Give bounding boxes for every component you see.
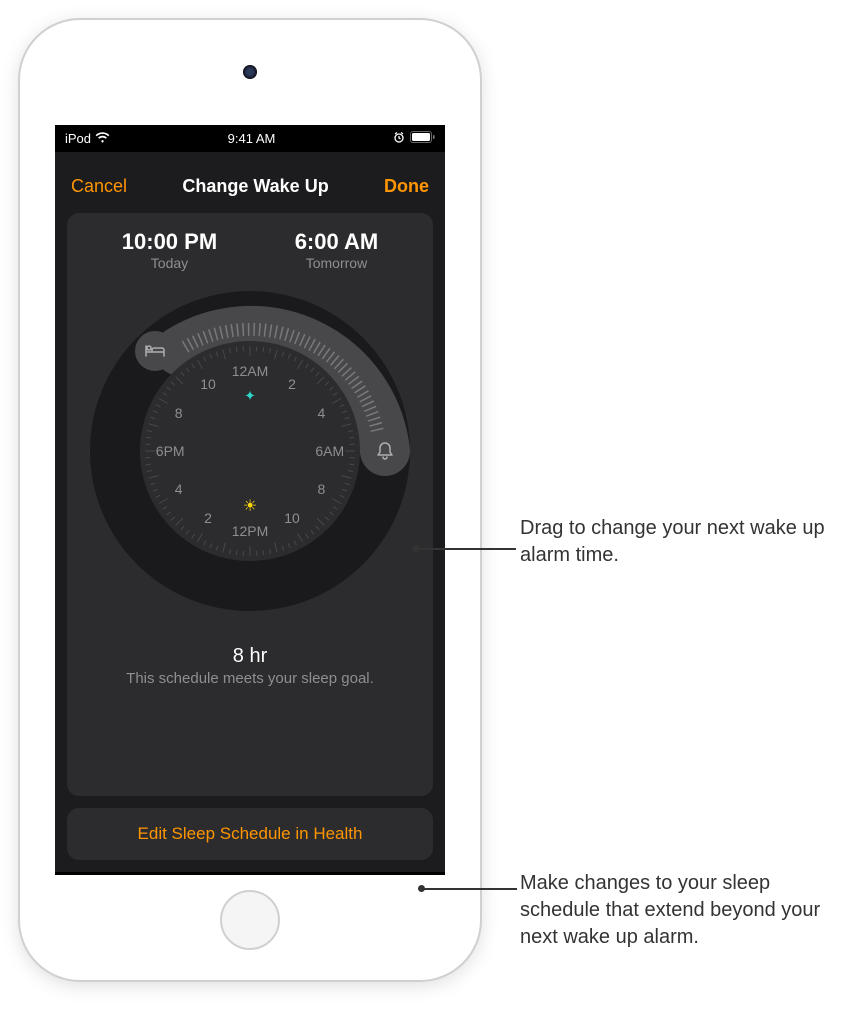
wakeup-block: 6:00 AM Tomorrow — [295, 229, 379, 271]
callout-edit-schedule: Make changes to your sleep schedule that… — [520, 870, 850, 951]
clock-2b: 2 — [204, 510, 212, 526]
status-left: iPod — [65, 131, 110, 146]
times-row: 10:00 PM Today 6:00 AM Tomorrow — [83, 229, 417, 271]
screen: iPod 9:41 AM Cancel — [55, 125, 445, 875]
sun-icon: ☀ — [243, 496, 257, 516]
carrier-label: iPod — [65, 131, 91, 146]
callout-line — [416, 548, 516, 550]
camera — [243, 65, 257, 79]
done-button[interactable]: Done — [384, 176, 429, 197]
clock-face: 12AM 2 4 6AM 8 10 12PM 2 4 6PM 8 10 — [145, 346, 355, 556]
cancel-button[interactable]: Cancel — [71, 176, 127, 197]
clock-10b: 10 — [200, 376, 216, 392]
status-right — [393, 131, 435, 146]
callout-wakeup-handle: Drag to change your next wake up alarm t… — [520, 515, 850, 569]
clock-6pm: 6PM — [156, 443, 185, 459]
callout-line — [422, 888, 517, 890]
sleep-dial[interactable]: 12AM 2 4 6AM 8 10 12PM 2 4 6PM 8 10 — [90, 291, 410, 611]
alarm-icon — [393, 131, 405, 146]
edit-schedule-button[interactable]: Edit Sleep Schedule in Health — [67, 808, 433, 860]
wakeup-label: Tomorrow — [295, 255, 379, 271]
clock-10: 10 — [284, 510, 300, 526]
clock-6am: 6AM — [315, 443, 344, 459]
bedtime-block: 10:00 PM Today — [122, 229, 217, 271]
wakeup-value: 6:00 AM — [295, 229, 379, 255]
nav-bar: Cancel Change Wake Up Done — [55, 152, 445, 213]
wakeup-handle[interactable] — [365, 431, 405, 471]
device-frame: iPod 9:41 AM Cancel — [20, 20, 480, 980]
wifi-icon — [95, 131, 110, 146]
home-button[interactable] — [220, 890, 280, 950]
clock-4: 4 — [317, 405, 325, 421]
clock-4b: 4 — [175, 481, 183, 497]
bedtime-label: Today — [122, 255, 217, 271]
schedule-card: 10:00 PM Today 6:00 AM Tomorrow — [67, 213, 433, 796]
clock-8b: 8 — [175, 405, 183, 421]
battery-icon — [410, 131, 435, 146]
summary: 8 hr This schedule meets your sleep goal… — [83, 645, 417, 687]
clock-8: 8 — [317, 481, 325, 497]
device-bezel: iPod 9:41 AM Cancel — [25, 25, 475, 975]
clock-12am: 12AM — [232, 363, 269, 379]
status-time: 9:41 AM — [228, 131, 276, 146]
clock-12pm: 12PM — [232, 523, 269, 539]
summary-text: This schedule meets your sleep goal. — [83, 670, 417, 687]
clock-2: 2 — [288, 376, 296, 392]
summary-hours: 8 hr — [83, 645, 417, 668]
bedtime-value: 10:00 PM — [122, 229, 217, 255]
status-bar: iPod 9:41 AM — [55, 125, 445, 152]
page-title: Change Wake Up — [182, 176, 328, 197]
bell-icon — [377, 442, 393, 460]
app-content: Cancel Change Wake Up Done 10:00 PM Toda… — [55, 152, 445, 872]
stars-icon: ✦ — [244, 388, 256, 405]
